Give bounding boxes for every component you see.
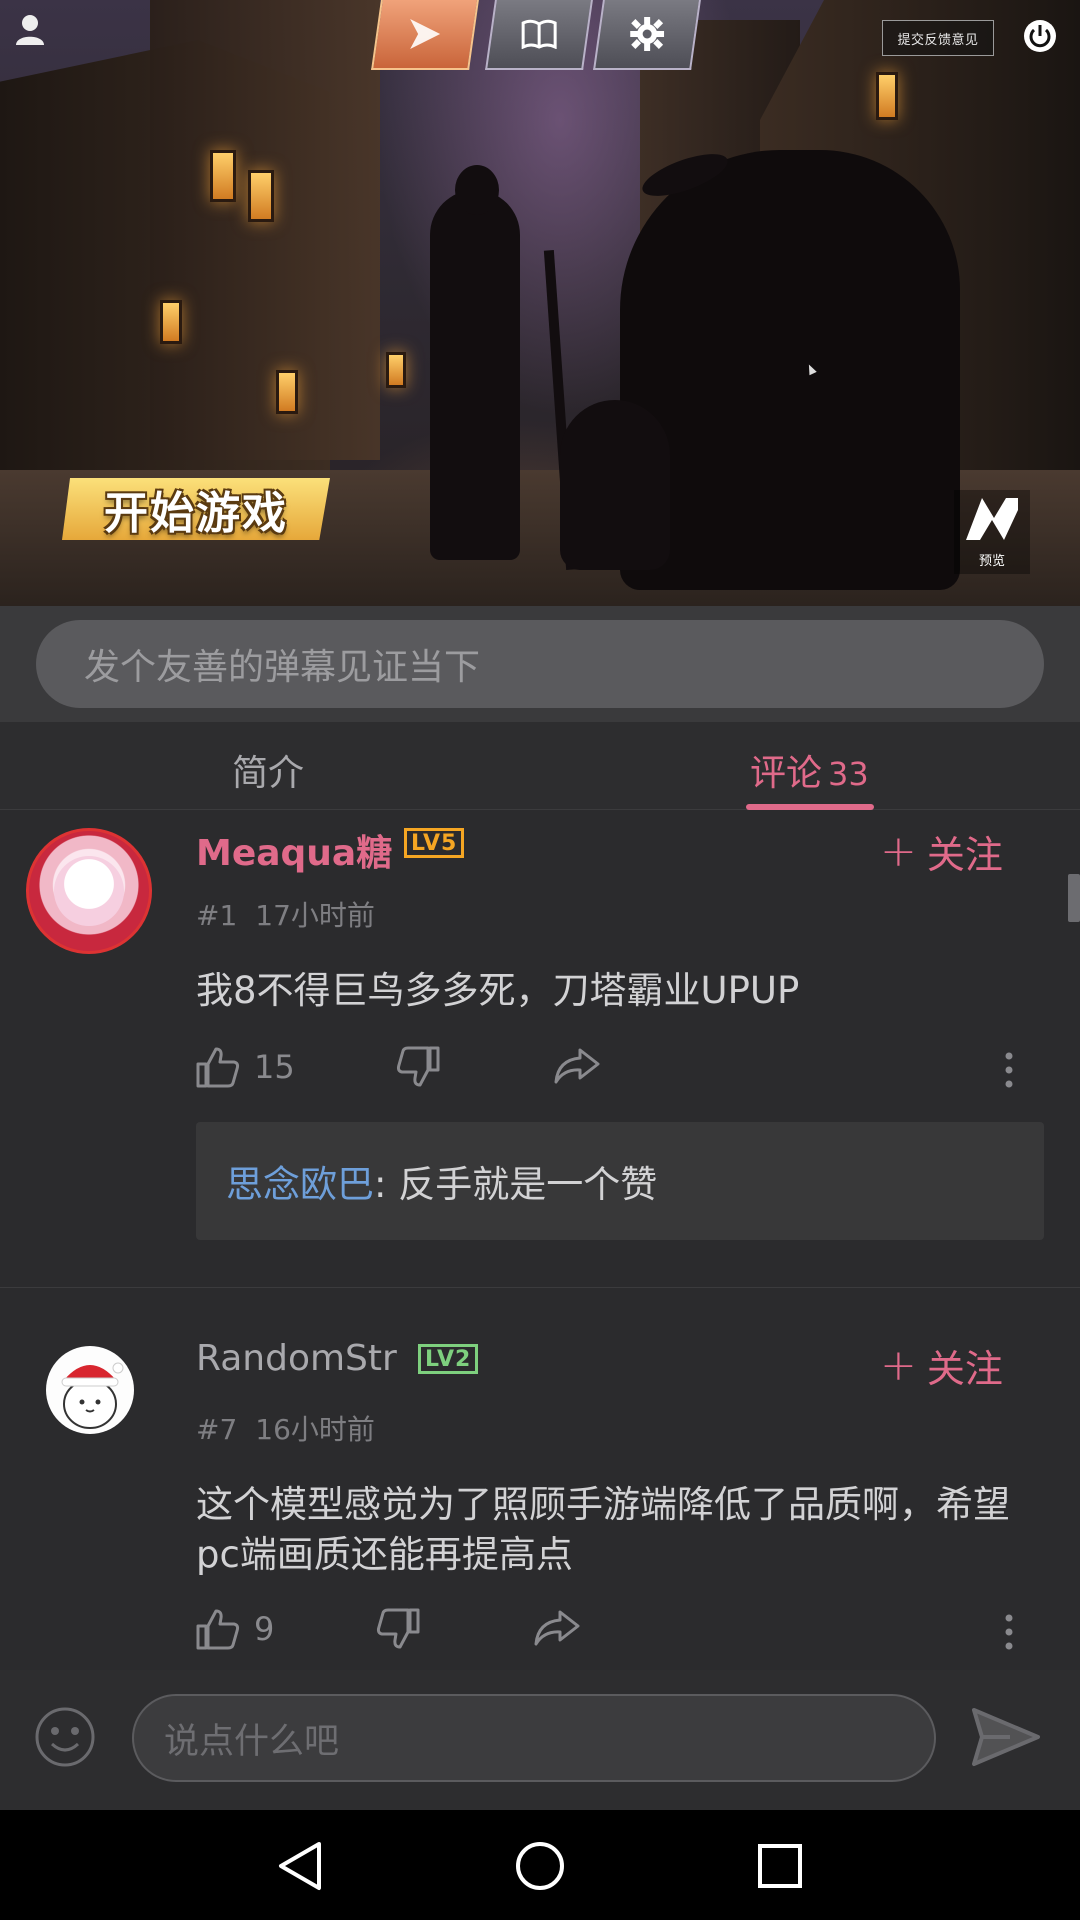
start-game-label: 开始游戏 <box>104 488 288 539</box>
background-building <box>150 0 380 460</box>
plus-icon: + <box>880 1340 917 1391</box>
comment-item: Meaqua糖 LV5 + 关注 #1 17小时前 我8不得巨鸟多多死，刀塔霸业UP… <box>0 810 1080 1288</box>
back-triangle-icon <box>279 1842 321 1890</box>
lit-window <box>210 150 236 202</box>
follow-label: 关注 <box>926 833 1003 877</box>
lit-window <box>276 370 298 414</box>
gear-icon <box>630 17 665 51</box>
more-vertical-icon <box>1005 1614 1013 1650</box>
game-banner[interactable]: 提交反馈意见 开始游戏 预览 <box>0 0 1080 606</box>
settings-tab-button[interactable] <box>593 0 701 70</box>
comment-text: 这个模型感觉为了照顾手游端降低了品质啊，希望pc端画质还能再提高点 <box>196 1483 1010 1576</box>
comment-floor: #1 <box>196 899 238 932</box>
avatar-cat-santa-icon <box>61 1362 124 1429</box>
danmaku-bar: 发个友善的弹幕见证当下 <box>0 606 1080 722</box>
more-vertical-icon <box>1005 1052 1013 1088</box>
preview-logo-icon <box>964 496 1020 546</box>
nav-home-button[interactable] <box>510 1836 570 1896</box>
system-navigation-bar <box>0 1810 1080 1920</box>
share-button[interactable] <box>554 1046 600 1084</box>
user-icon[interactable] <box>10 10 50 50</box>
tab-comments-count: 33 <box>828 755 869 793</box>
thumbs-up-icon <box>196 1047 240 1088</box>
comment-time: 16小时前 <box>255 1413 375 1446</box>
recents-square-icon <box>758 1844 802 1888</box>
woman-silhouette <box>430 190 520 560</box>
level-badge: LV2 <box>418 1344 479 1374</box>
codex-tab-button[interactable] <box>485 0 593 70</box>
nav-recents-button[interactable] <box>750 1836 810 1896</box>
comment-time: 17小时前 <box>255 899 375 932</box>
like-button[interactable]: 15 <box>196 1046 295 1088</box>
tab-comments[interactable]: 评论 33 <box>750 744 869 796</box>
tab-comments-label: 评论 <box>750 753 823 794</box>
comment-scrollbar[interactable] <box>1068 874 1080 922</box>
nav-back-button[interactable] <box>270 1836 330 1896</box>
dislike-button[interactable] <box>376 1608 420 1650</box>
home-circle-icon <box>516 1842 564 1890</box>
reply-username[interactable]: 思念欧巴 <box>226 1154 374 1208</box>
comment-meta: #7 16小时前 <box>196 1408 375 1448</box>
share-icon <box>534 1610 580 1646</box>
thumbs-up-icon <box>196 1609 240 1650</box>
share-button[interactable] <box>534 1608 580 1646</box>
avatar[interactable] <box>26 828 152 954</box>
comment-actions: 15 <box>196 1046 1046 1096</box>
more-options-button[interactable] <box>1004 1052 1014 1088</box>
preview-badge[interactable]: 预览 <box>954 490 1030 574</box>
preview-label: 预览 <box>978 553 1005 569</box>
level-badge: LV5 <box>404 828 465 858</box>
play-tab-button[interactable] <box>371 0 479 70</box>
thumbs-down-icon <box>396 1046 440 1087</box>
power-icon[interactable] <box>1020 16 1060 56</box>
send-button[interactable] <box>970 1704 1042 1770</box>
avatar-face <box>54 856 124 926</box>
emoji-icon <box>35 1707 95 1767</box>
share-icon <box>554 1048 600 1084</box>
comment-meta: #1 17小时前 <box>196 894 375 934</box>
comment-list[interactable]: Meaqua糖 LV5 + 关注 #1 17小时前 我8不得巨鸟多多死，刀塔霸业UP… <box>0 810 1080 1670</box>
lit-window <box>386 352 406 388</box>
emoji-button[interactable] <box>34 1706 96 1768</box>
thumbs-down-icon <box>376 1608 420 1649</box>
danmaku-input[interactable]: 发个友善的弹幕见证当下 <box>36 620 1044 708</box>
tab-intro[interactable]: 简介 <box>232 744 304 796</box>
small-creature-silhouette <box>560 400 670 570</box>
comment-text: 我8不得巨鸟多多死，刀塔霸业UPUP <box>196 969 800 1012</box>
like-count: 9 <box>254 1610 275 1648</box>
plus-icon: + <box>880 826 917 877</box>
feedback-button[interactable]: 提交反馈意见 <box>882 20 994 56</box>
reply-preview[interactable]: 思念欧巴: 反手就是一个赞 <box>196 1122 1044 1240</box>
lit-window <box>248 170 274 222</box>
dislike-button[interactable] <box>396 1046 440 1088</box>
lit-window <box>160 300 182 344</box>
avatar[interactable] <box>46 1346 134 1434</box>
book-icon <box>521 19 557 49</box>
more-options-button[interactable] <box>1004 1614 1014 1650</box>
comment-floor: #7 <box>196 1413 238 1446</box>
like-count: 15 <box>254 1048 295 1086</box>
comment-username[interactable]: RandomStr <box>196 1338 397 1379</box>
start-game-button[interactable]: 开始游戏 <box>62 478 330 540</box>
comment-actions: 9 <box>196 1608 1046 1658</box>
reply-text: : 反手就是一个赞 <box>374 1163 658 1206</box>
comment-username[interactable]: Meaqua糖 <box>196 824 392 876</box>
lit-window <box>876 72 898 120</box>
follow-label: 关注 <box>926 1347 1003 1391</box>
beast-silhouette <box>620 150 960 590</box>
follow-button[interactable]: + 关注 <box>880 824 1003 879</box>
woman-head-silhouette <box>455 165 499 215</box>
send-icon <box>972 1708 1040 1766</box>
comment-composer: 说点什么吧 <box>0 1670 1080 1810</box>
like-button[interactable]: 9 <box>196 1608 274 1650</box>
follow-button[interactable]: + 关注 <box>880 1338 1003 1393</box>
content-tabs: 简介 评论 33 <box>0 722 1080 810</box>
comment-input[interactable]: 说点什么吧 <box>132 1694 936 1782</box>
play-icon <box>406 17 444 51</box>
